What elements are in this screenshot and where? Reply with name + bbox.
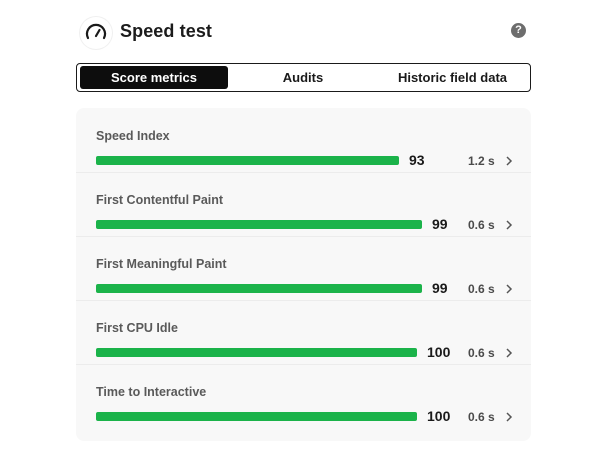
metric-time: 1.2 s bbox=[468, 154, 495, 168]
metric-time: 0.6 s bbox=[468, 282, 495, 296]
metric-time: 0.6 s bbox=[468, 218, 495, 232]
tab-score-metrics[interactable]: Score metrics bbox=[80, 66, 228, 89]
chevron-right-icon bbox=[506, 412, 513, 422]
score-value: 100 bbox=[427, 344, 451, 360]
score-bar-fill bbox=[96, 284, 422, 293]
score-bar-fill bbox=[96, 348, 417, 357]
metrics-card: Speed Index 93 1.2 s First Contentful Pa… bbox=[76, 108, 531, 441]
metric-row-first-contentful-paint[interactable]: First Contentful Paint 99 0.6 s bbox=[76, 172, 531, 237]
score-bar bbox=[96, 348, 417, 357]
speedometer-icon bbox=[80, 17, 112, 49]
metric-time: 0.6 s bbox=[468, 410, 495, 424]
chevron-right-icon bbox=[506, 284, 513, 294]
score-value: 100 bbox=[427, 408, 451, 424]
score-bar-fill bbox=[96, 412, 417, 421]
metric-time: 0.6 s bbox=[468, 346, 495, 360]
chevron-right-icon bbox=[506, 156, 513, 166]
metric-name: First Meaningful Paint bbox=[96, 257, 227, 271]
page-title: Speed test bbox=[120, 21, 213, 41]
metric-row-speed-index[interactable]: Speed Index 93 1.2 s bbox=[76, 108, 531, 173]
tab-bar: Score metrics Audits Historic field data bbox=[76, 63, 531, 92]
tab-historic-field-data[interactable]: Historic field data bbox=[378, 66, 527, 89]
chevron-right-icon bbox=[506, 348, 513, 358]
help-icon[interactable]: ? bbox=[511, 23, 526, 38]
metric-row-first-meaningful-paint[interactable]: First Meaningful Paint 99 0.6 s bbox=[76, 236, 531, 301]
chevron-right-icon bbox=[506, 220, 513, 230]
speed-test-widget: Speed test ? Score metrics Audits Histor… bbox=[0, 0, 610, 465]
score-bar bbox=[96, 156, 399, 165]
score-bar bbox=[96, 284, 422, 293]
score-bar-fill bbox=[96, 220, 422, 229]
metric-name: First CPU Idle bbox=[96, 321, 178, 335]
score-value: 99 bbox=[432, 216, 448, 232]
tab-audits[interactable]: Audits bbox=[229, 66, 377, 89]
metric-name: Time to Interactive bbox=[96, 385, 207, 399]
score-value: 99 bbox=[432, 280, 448, 296]
metric-name: First Contentful Paint bbox=[96, 193, 224, 207]
score-bar bbox=[96, 412, 417, 421]
score-value: 93 bbox=[409, 152, 425, 168]
header: Speed test ? bbox=[80, 16, 530, 50]
metric-name: Speed Index bbox=[96, 129, 170, 143]
metric-row-time-to-interactive[interactable]: Time to Interactive 100 0.6 s bbox=[76, 364, 531, 428]
score-bar bbox=[96, 220, 422, 229]
metric-row-first-cpu-idle[interactable]: First CPU Idle 100 0.6 s bbox=[76, 300, 531, 365]
score-bar-fill bbox=[96, 156, 399, 165]
